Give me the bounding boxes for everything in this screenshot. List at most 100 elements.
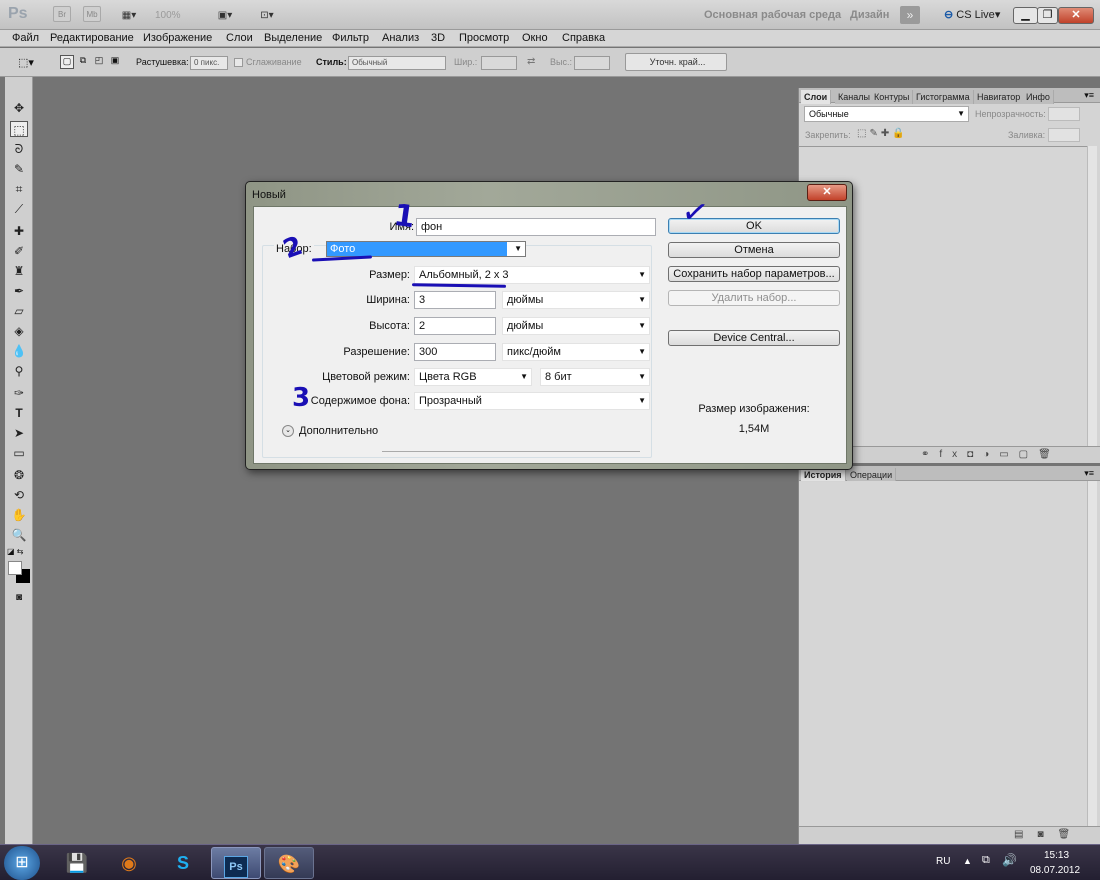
zoom-tool-icon[interactable]: 🔍 xyxy=(10,527,28,543)
tab-navigator[interactable]: Навигатор xyxy=(974,90,1025,104)
workspace-design[interactable]: Дизайн xyxy=(850,9,889,21)
minibridge-button[interactable]: Mb xyxy=(83,6,101,22)
width-unit-select[interactable]: дюймы ▼ xyxy=(502,291,650,309)
volume-icon[interactable]: 🔊 xyxy=(1002,853,1017,867)
resolution-unit-select[interactable]: пикс/дюйм ▼ xyxy=(502,343,650,361)
start-button[interactable]: ⊞ xyxy=(4,846,40,880)
intersect-selection-icon[interactable]: ▣ xyxy=(108,55,122,69)
crop-tool-icon[interactable]: ⌗ xyxy=(10,181,28,197)
tray-arrow-icon[interactable]: ▲ xyxy=(963,856,972,866)
background-select[interactable]: Прозрачный ▼ xyxy=(414,392,650,410)
panel-menu-icon[interactable]: ▾≡ xyxy=(1084,90,1094,101)
3d-orbit-icon[interactable]: ⟲ xyxy=(10,487,28,503)
dialog-close-button[interactable]: ✕ xyxy=(807,184,847,201)
move-tool-icon[interactable]: ✥ xyxy=(10,100,28,116)
bridge-button[interactable]: Br xyxy=(53,6,71,22)
advanced-toggle-icon[interactable]: ⌄ xyxy=(282,425,294,437)
add-selection-icon[interactable]: ⧉ xyxy=(76,55,90,69)
screen-mode-icon[interactable]: ⊡▾ xyxy=(253,6,281,24)
clock-date[interactable]: 08.07.2012 xyxy=(1030,865,1080,876)
restore-button[interactable]: ❐ xyxy=(1037,7,1058,24)
tab-history[interactable]: История xyxy=(801,468,846,482)
shape-tool-icon[interactable]: ▭ xyxy=(10,445,28,461)
style-select[interactable]: Обычный xyxy=(348,56,446,70)
path-select-icon[interactable]: ➤ xyxy=(10,425,28,441)
tab-info[interactable]: Инфо xyxy=(1023,90,1054,104)
menu-view[interactable]: Просмотр xyxy=(459,32,509,44)
network-icon[interactable]: ⧉ xyxy=(982,854,990,867)
eraser-tool-icon[interactable]: ▱ xyxy=(10,303,28,319)
healing-brush-icon[interactable]: ✚ xyxy=(10,223,28,239)
width-input[interactable] xyxy=(481,56,517,70)
clock-time[interactable]: 15:13 xyxy=(1044,850,1069,861)
antialias-checkbox[interactable] xyxy=(234,58,243,67)
marquee-preset-icon[interactable]: ⬚▾ xyxy=(18,56,42,70)
paint-bucket-icon[interactable]: ◈ xyxy=(10,323,28,339)
menu-analysis[interactable]: Анализ xyxy=(382,32,419,44)
history-menu-icon[interactable]: ▾≡ xyxy=(1084,468,1094,479)
workspace-essentials[interactable]: Основная рабочая среда xyxy=(704,9,841,21)
menu-layers[interactable]: Слои xyxy=(226,32,253,44)
stamp-tool-icon[interactable]: ♜ xyxy=(10,263,28,279)
height-unit-select[interactable]: дюймы ▼ xyxy=(502,317,650,335)
hand-tool-icon[interactable]: ✋ xyxy=(10,507,28,523)
zoom-level[interactable]: 100% xyxy=(155,6,181,24)
marquee-tool-icon[interactable]: ⬚ xyxy=(10,121,28,137)
preset-select[interactable]: Фото ▼ xyxy=(326,241,526,257)
quick-mask-icon[interactable]: ◙ xyxy=(10,590,28,606)
layers-scrollbar[interactable] xyxy=(1087,146,1097,446)
firefox-icon[interactable]: ◉ xyxy=(104,847,154,879)
new-selection-icon[interactable]: ▢ xyxy=(60,55,74,69)
fill-input[interactable] xyxy=(1048,128,1080,142)
device-central-button[interactable]: Device Central... xyxy=(668,330,840,346)
eyedropper-icon[interactable]: ⟋ xyxy=(10,201,28,217)
dodge-tool-icon[interactable]: ⚲ xyxy=(10,363,28,379)
feather-input[interactable]: 0 пикс. xyxy=(190,56,228,70)
lasso-tool-icon[interactable]: ᘐ xyxy=(10,141,28,157)
height-input[interactable] xyxy=(574,56,610,70)
swap-icon[interactable]: ⇄ xyxy=(527,56,535,67)
resolution-input[interactable]: 300 xyxy=(414,343,496,361)
menu-select[interactable]: Выделение xyxy=(264,32,322,44)
paint-task-icon[interactable]: 🎨 xyxy=(264,847,314,879)
blur-tool-icon[interactable]: 💧 xyxy=(10,343,28,359)
arrange-docs-icon[interactable]: ▣▾ xyxy=(211,6,239,24)
minimize-button[interactable]: ▁ xyxy=(1013,7,1038,24)
language-indicator[interactable]: RU xyxy=(936,856,950,867)
cs-live-menu[interactable]: ⊖ CS Live▾ xyxy=(944,8,1000,21)
save-floppy-icon[interactable]: 💾 xyxy=(52,847,102,879)
photoshop-task-icon[interactable]: Ps xyxy=(211,847,261,879)
menu-image[interactable]: Изображение xyxy=(143,32,212,44)
refine-edge-button[interactable]: Уточн. край... xyxy=(625,53,727,71)
bit-depth-select[interactable]: 8 бит ▼ xyxy=(540,368,650,386)
history-brush-icon[interactable]: ✒ xyxy=(10,283,28,299)
brush-tool-icon[interactable]: ✐ xyxy=(10,243,28,259)
skype-icon[interactable]: S xyxy=(158,847,208,879)
cancel-button[interactable]: Отмена xyxy=(668,242,840,258)
type-tool-icon[interactable]: T xyxy=(10,405,28,421)
tab-layers[interactable]: Слои xyxy=(801,90,832,104)
pen-tool-icon[interactable]: ✑ xyxy=(10,385,28,401)
name-input[interactable]: фон xyxy=(416,218,656,236)
close-app-button[interactable]: ✕ xyxy=(1058,7,1094,24)
default-colors-icon[interactable]: ◪ ⇆ xyxy=(7,547,23,556)
3d-rotate-icon[interactable]: ❂ xyxy=(10,467,28,483)
view-extras-icon[interactable]: ▦▾ xyxy=(115,6,143,24)
subtract-selection-icon[interactable]: ◰ xyxy=(92,55,106,69)
height-input[interactable]: 2 xyxy=(414,317,496,335)
menu-help[interactable]: Справка xyxy=(562,32,605,44)
width-input[interactable]: 3 xyxy=(414,291,496,309)
tab-channels[interactable]: Каналы xyxy=(835,90,874,104)
lock-icons[interactable]: ⬚✎✚🔒 xyxy=(857,128,908,139)
menu-filter[interactable]: Фильтр xyxy=(332,32,369,44)
save-preset-button[interactable]: Сохранить набор параметров... xyxy=(668,266,840,282)
history-scrollbar[interactable] xyxy=(1087,481,1097,826)
menu-edit[interactable]: Редактирование xyxy=(50,32,134,44)
menu-window[interactable]: Окно xyxy=(522,32,548,44)
more-workspaces-button[interactable]: » xyxy=(900,6,920,24)
menu-file[interactable]: Файл xyxy=(12,32,39,44)
opacity-input[interactable] xyxy=(1048,107,1080,121)
tab-actions[interactable]: Операции xyxy=(847,468,897,482)
history-footer-icons[interactable]: ▤◙🗑 xyxy=(799,826,1100,844)
size-select[interactable]: Альбомный, 2 x 3 ▼ xyxy=(414,266,650,284)
